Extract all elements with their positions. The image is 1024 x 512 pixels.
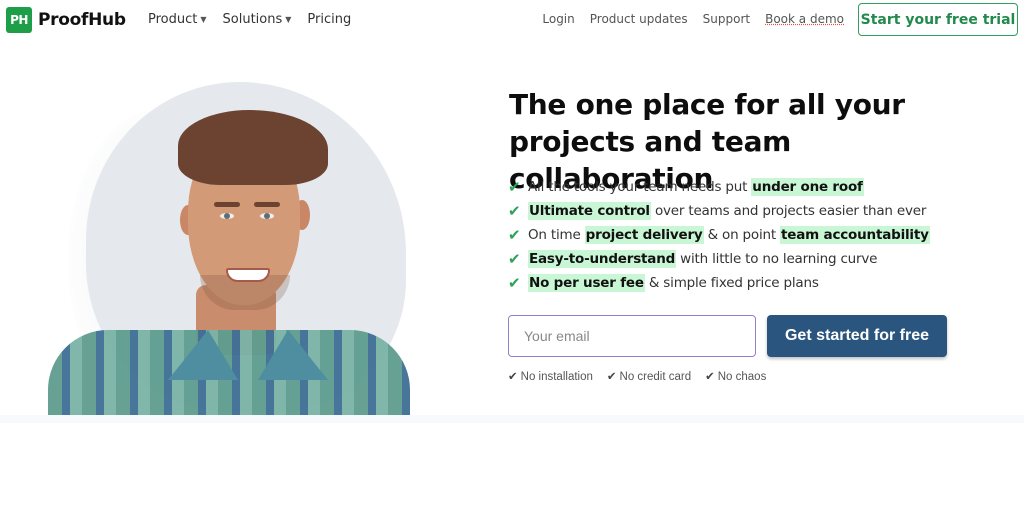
perk-item: ✔ No chaos [705, 369, 766, 383]
get-started-button[interactable]: Get started for free [767, 315, 947, 357]
feature-text: All the tools your team needs put under … [528, 178, 864, 196]
hero-image [38, 80, 410, 415]
feature-list: ✔ All the tools your team needs put under… [508, 175, 930, 295]
headline-line-1: The one place for all your [509, 88, 905, 121]
shirt-collar-left [168, 330, 238, 380]
section-divider [0, 415, 1024, 423]
chevron-down-icon: ▼ [285, 15, 292, 24]
logo-mark: PH [6, 7, 32, 33]
shirt-collar-right [258, 330, 328, 380]
check-icon: ✔ [508, 274, 521, 292]
perk-label: No credit card [619, 371, 692, 383]
nav-product[interactable]: Product ▼ [148, 12, 207, 27]
nav-pricing-label: Pricing [307, 12, 352, 27]
feature-text: On time project delivery & on point team… [528, 226, 930, 244]
perk-label: No installation [520, 371, 593, 383]
feature-text-segment: On time [528, 227, 585, 243]
product-updates-link[interactable]: Product updates [590, 12, 688, 26]
perk-item: ✔ No installation [508, 369, 593, 383]
nav-product-label: Product [148, 12, 198, 27]
eyebrow-left [214, 202, 240, 207]
feature-item: ✔ Ultimate control over teams and project… [508, 199, 930, 223]
check-icon: ✔ [508, 202, 521, 220]
feature-item: ✔ No per user fee & simple fixed price pl… [508, 271, 930, 295]
chevron-down-icon: ▼ [200, 15, 207, 24]
perk-item: ✔ No credit card [607, 369, 691, 383]
start-free-trial-button[interactable]: Start your free trial [858, 3, 1018, 36]
primary-nav: Product ▼ Solutions ▼ Pricing [148, 12, 351, 27]
feature-highlight: Easy-to-understand [528, 250, 677, 268]
book-demo-link[interactable]: Book a demo [765, 12, 844, 26]
check-icon: ✔ [508, 250, 521, 268]
proofhub-logo[interactable]: PH ProofHub [6, 7, 126, 33]
feature-text-segment: over teams and projects easier than ever [650, 203, 927, 219]
feature-highlight: team accountability [780, 226, 930, 244]
check-icon: ✔ [508, 226, 521, 244]
eyebrow-right [254, 202, 280, 207]
person-smile [226, 268, 270, 282]
feature-text-segment: with little to no learning curve [676, 251, 878, 267]
perks-list: ✔ No installation ✔ No credit card ✔ No cha… [508, 369, 766, 383]
email-input[interactable] [508, 315, 756, 357]
feature-highlight: No per user fee [528, 274, 645, 292]
logo-text: ProofHub [38, 10, 126, 30]
eye-right [260, 213, 274, 219]
check-icon: ✔ [508, 178, 521, 196]
top-navigation: PH ProofHub Product ▼ Solutions ▼ Pricin… [0, 0, 1024, 40]
feature-text: No per user fee & simple fixed price pla… [528, 274, 819, 292]
nav-pricing[interactable]: Pricing [307, 12, 351, 27]
support-link[interactable]: Support [703, 12, 750, 26]
feature-text: Easy-to-understand with little to no lea… [528, 250, 878, 268]
secondary-nav: Login Product updates Support Book a dem… [542, 12, 844, 26]
nav-solutions-label: Solutions [222, 12, 283, 27]
perk-label: No chaos [717, 371, 767, 383]
feature-highlight: project delivery [584, 226, 704, 244]
check-icon: ✔ [508, 371, 518, 383]
login-link[interactable]: Login [542, 12, 574, 26]
feature-highlight: under one roof [751, 178, 864, 196]
check-icon: ✔ [606, 371, 617, 383]
feature-highlight: Ultimate control [528, 202, 651, 220]
check-icon: ✔ [705, 371, 715, 383]
person-hair [178, 110, 328, 185]
feature-item: ✔ Easy-to-understand with little to no le… [508, 247, 930, 271]
feature-text-segment: All the tools your team needs put [528, 179, 752, 195]
eye-left [220, 213, 234, 219]
feature-item: ✔ All the tools your team needs put under… [508, 175, 930, 199]
feature-text-segment: & simple fixed price plans [644, 275, 819, 291]
feature-item: ✔ On time project delivery & on point tea… [508, 223, 930, 247]
nav-solutions[interactable]: Solutions ▼ [223, 12, 292, 27]
feature-text: Ultimate control over teams and projects… [528, 202, 927, 220]
feature-text-segment: & on point [703, 227, 781, 243]
